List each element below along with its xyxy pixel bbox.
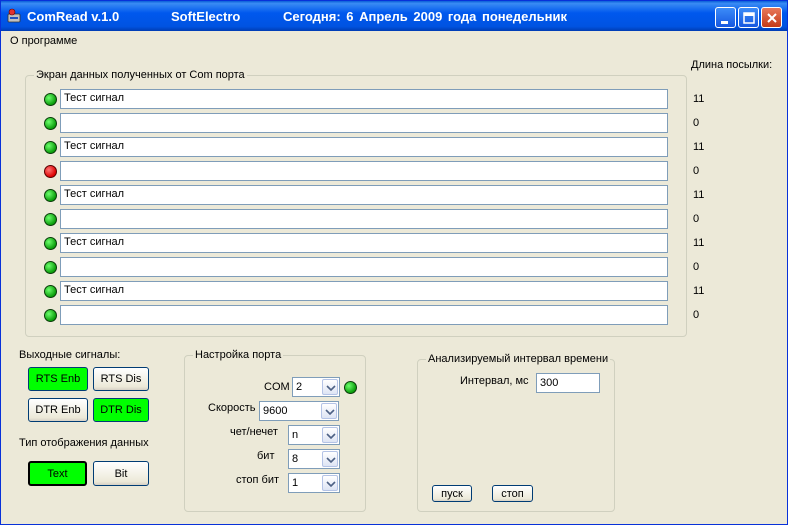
status-led [44, 237, 57, 250]
rts-enb-button[interactable]: RTS Enb [28, 367, 88, 391]
bits-select[interactable]: 8 [288, 449, 340, 469]
speed-label: Скорость [208, 402, 256, 414]
data-field[interactable]: Тест сигнал [60, 89, 668, 109]
length-value: 0 [693, 309, 700, 321]
com-label: COM [264, 381, 290, 393]
status-led [44, 285, 57, 298]
data-row: Тест сигнал 11 [44, 233, 744, 253]
app-title: ComRead v.1.0 [27, 9, 120, 24]
status-led [44, 309, 57, 322]
output-signals-label: Выходные сигналы: [19, 349, 121, 361]
data-field[interactable]: Тест сигнал [60, 185, 668, 205]
data-row: Тест сигнал 11 [44, 281, 744, 301]
data-row: 0 [44, 209, 744, 229]
status-led [44, 261, 57, 274]
bits-dropdown-button[interactable] [322, 451, 338, 467]
stop-bits-label: стоп бит [236, 474, 280, 486]
length-header: Длина посылки: [691, 59, 773, 71]
date-text: Сегодня: 6 Апрель 2009 года понедельник [283, 9, 567, 24]
minimize-button[interactable] [715, 7, 736, 28]
text-mode-button[interactable]: Text [28, 461, 87, 486]
parity-select[interactable]: n [288, 425, 340, 445]
bits-label: бит [257, 450, 275, 462]
data-row: Тест сигнал 11 [44, 185, 744, 205]
length-value: 0 [693, 213, 700, 225]
length-value: 0 [693, 261, 700, 273]
data-field[interactable] [60, 257, 668, 277]
status-led [44, 213, 57, 226]
dtr-dis-button[interactable]: DTR Dis [93, 398, 149, 422]
chevron-down-icon [325, 409, 335, 415]
speed-select[interactable]: 9600 [259, 401, 339, 421]
length-value: 0 [693, 117, 700, 129]
menu-bar: О программе [1, 31, 787, 51]
display-type-label: Тип отображения данных [19, 437, 149, 449]
data-row: Тест сигнал 11 [44, 89, 744, 109]
chevron-down-icon [326, 457, 336, 463]
data-row: 0 [44, 161, 744, 181]
menu-item-about[interactable]: О программе [10, 35, 77, 47]
app-icon [7, 8, 21, 23]
parity-dropdown-button[interactable] [322, 427, 338, 443]
com-dropdown-button[interactable] [322, 379, 338, 395]
minimize-icon [721, 21, 728, 24]
port-settings-title: Настройка порта [193, 349, 284, 361]
status-led [44, 93, 57, 106]
app-window: ComRead v.1.0 SoftElectro Сегодня: 6 Апр… [0, 0, 788, 525]
stop-bits-dropdown-button[interactable] [322, 475, 338, 491]
data-field[interactable]: Тест сигнал [60, 233, 668, 253]
rts-dis-button[interactable]: RTS Dis [93, 367, 149, 391]
chevron-down-icon [326, 385, 336, 391]
status-led [44, 189, 57, 202]
title-bar[interactable]: ComRead v.1.0 SoftElectro Сегодня: 6 Апр… [1, 1, 787, 31]
company-name: SoftElectro [171, 9, 241, 24]
length-value: 11 [693, 285, 705, 297]
stop-button[interactable]: стоп [492, 485, 533, 502]
status-led [44, 117, 57, 130]
data-field[interactable] [60, 209, 668, 229]
data-field[interactable] [60, 305, 668, 325]
main-content: Длина посылки: Экран данных полученных о… [1, 51, 787, 524]
data-screen-title: Экран данных полученных от Com порта [34, 69, 247, 81]
speed-value: 9600 [263, 405, 288, 417]
length-value: 11 [693, 237, 705, 249]
close-icon [767, 13, 777, 23]
com-value: 2 [296, 381, 303, 393]
com-status-led [344, 381, 357, 394]
dtr-enb-button[interactable]: DTR Enb [28, 398, 88, 422]
bit-mode-button[interactable]: Bit [93, 461, 149, 486]
close-button[interactable] [761, 7, 782, 28]
interval-title: Анализируемый интервал времени [426, 353, 611, 365]
data-row: 0 [44, 113, 744, 133]
speed-dropdown-button[interactable] [321, 403, 337, 419]
length-value: 11 [693, 189, 705, 201]
parity-label: чет/нечет [230, 426, 278, 438]
maximize-button[interactable] [738, 7, 759, 28]
parity-value: n [292, 429, 299, 441]
start-button[interactable]: пуск [432, 485, 472, 502]
data-field[interactable] [60, 161, 668, 181]
com-select[interactable]: 2 [292, 377, 340, 397]
data-field[interactable]: Тест сигнал [60, 281, 668, 301]
status-led [44, 165, 57, 178]
interval-input[interactable]: 300 [536, 373, 600, 393]
stop-bits-value: 1 [292, 477, 299, 489]
data-row: 0 [44, 305, 744, 325]
interval-label: Интервал, мс [460, 375, 529, 387]
data-field[interactable] [60, 113, 668, 133]
maximize-icon [743, 12, 755, 24]
length-value: 11 [693, 93, 705, 105]
bits-value: 8 [292, 453, 299, 465]
data-row: Тест сигнал 11 [44, 137, 744, 157]
length-value: 11 [693, 141, 705, 153]
length-value: 0 [693, 165, 700, 177]
data-field[interactable]: Тест сигнал [60, 137, 668, 157]
data-row: 0 [44, 257, 744, 277]
chevron-down-icon [326, 481, 336, 487]
stop-bits-select[interactable]: 1 [288, 473, 340, 493]
chevron-down-icon [326, 433, 336, 439]
status-led [44, 141, 57, 154]
